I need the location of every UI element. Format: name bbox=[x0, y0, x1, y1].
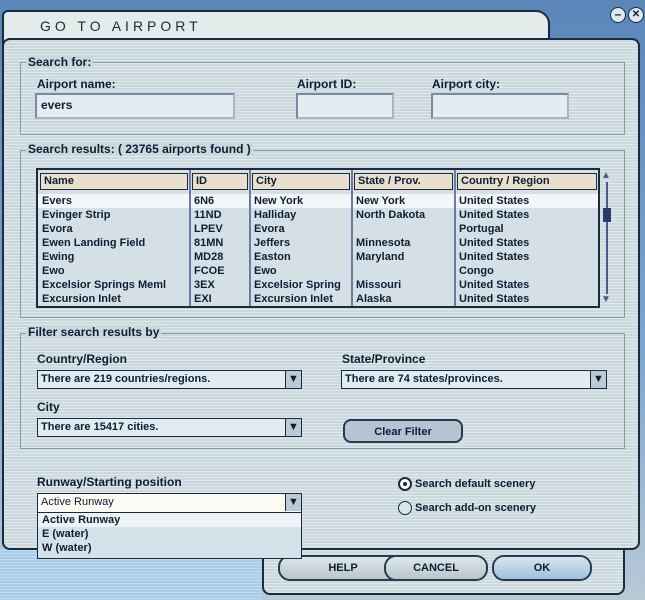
airport-id-input[interactable] bbox=[296, 93, 394, 119]
state-label: State/Province bbox=[342, 352, 426, 366]
runway-option[interactable]: W (water) bbox=[38, 541, 301, 555]
scroll-thumb[interactable] bbox=[603, 208, 611, 222]
state-value: There are 74 states/provinces. bbox=[345, 373, 503, 385]
table-cell: Minnesota bbox=[356, 237, 411, 249]
table-cell: Ewen Landing Field bbox=[42, 237, 146, 249]
scroll-down-icon[interactable]: ▼ bbox=[601, 294, 611, 305]
table-cell: Excursion Inlet bbox=[42, 293, 121, 305]
addon-scenery-radio[interactable] bbox=[398, 501, 412, 515]
table-row[interactable]: Evora LPEV Evora Portugal bbox=[38, 222, 598, 236]
country-value: There are 219 countries/regions. bbox=[41, 373, 211, 385]
filter-group-label: Filter search results by bbox=[26, 325, 162, 339]
cancel-button[interactable]: CANCEL bbox=[384, 555, 488, 581]
table-row[interactable]: Evinger Strip 11ND Halliday North Dakota Uni… bbox=[38, 208, 598, 222]
runway-value: Active Runway bbox=[41, 496, 114, 508]
table-cell: Alaska bbox=[356, 293, 392, 305]
table-cell: United States bbox=[459, 195, 530, 207]
table-cell: 6N6 bbox=[194, 195, 215, 207]
table-cell: Halliday bbox=[254, 209, 297, 221]
chevron-down-icon[interactable]: ▼ bbox=[590, 371, 606, 388]
scroll-track bbox=[606, 182, 608, 294]
column-header-city[interactable]: City bbox=[252, 173, 350, 190]
table-cell: EXI bbox=[194, 293, 212, 305]
table-cell: Easton bbox=[254, 251, 291, 263]
dialog-title: GO TO AIRPORT bbox=[40, 18, 202, 34]
chevron-down-icon[interactable]: ▼ bbox=[285, 371, 301, 388]
table-cell: 3EX bbox=[194, 279, 215, 291]
close-icon[interactable]: ✕ bbox=[628, 7, 644, 23]
table-row[interactable]: Excursion Inlet EXI Excursion Inlet Alaska U… bbox=[38, 292, 598, 306]
table-row[interactable]: Ewing MD28 Easton Maryland United States bbox=[38, 250, 598, 264]
airport-id-label: Airport ID: bbox=[297, 77, 357, 91]
country-dropdown[interactable]: There are 219 countries/regions. ▼ bbox=[37, 370, 302, 389]
column-header-id[interactable]: ID bbox=[192, 173, 248, 190]
airport-city-input[interactable] bbox=[431, 93, 569, 119]
clear-filter-button[interactable]: Clear Filter bbox=[343, 419, 463, 443]
table-cell: Evers bbox=[42, 195, 72, 207]
table-cell: 11ND bbox=[194, 209, 222, 221]
chevron-down-icon[interactable]: ▼ bbox=[285, 494, 301, 511]
airport-name-input[interactable]: evers bbox=[35, 93, 235, 119]
search-group-label: Search for: bbox=[26, 55, 94, 69]
city-label: City bbox=[37, 400, 60, 414]
default-scenery-label[interactable]: Search default scenery bbox=[415, 478, 535, 490]
city-value: There are 15417 cities. bbox=[41, 421, 159, 433]
runway-option[interactable]: E (water) bbox=[38, 527, 301, 541]
runway-label: Runway/Starting position bbox=[37, 475, 182, 489]
state-dropdown[interactable]: There are 74 states/provinces. ▼ bbox=[341, 370, 607, 389]
table-cell: Maryland bbox=[356, 251, 405, 263]
table-cell: Ewo bbox=[254, 265, 277, 277]
runway-dropdown[interactable]: Active Runway ▼ bbox=[37, 493, 302, 513]
table-cell: United States bbox=[459, 209, 530, 221]
table-cell: LPEV bbox=[194, 223, 223, 235]
chevron-down-icon[interactable]: ▼ bbox=[285, 419, 301, 436]
table-cell: Evora bbox=[254, 223, 285, 235]
ok-button[interactable]: OK bbox=[492, 555, 592, 581]
table-cell: Evinger Strip bbox=[42, 209, 111, 221]
airport-name-label: Airport name: bbox=[37, 77, 116, 91]
table-cell: FCOE bbox=[194, 265, 225, 277]
runway-option[interactable]: Active Runway bbox=[38, 513, 301, 527]
table-row[interactable]: Evers 6N6 New York New York United States bbox=[38, 194, 598, 208]
table-cell: Excelsior Spring bbox=[254, 279, 341, 291]
table-cell: Ewing bbox=[42, 251, 75, 263]
runway-options-list: Active Runway E (water) W (water) bbox=[37, 513, 302, 559]
table-cell: United States bbox=[459, 251, 530, 263]
table-cell: Missouri bbox=[356, 279, 402, 291]
table-cell: Congo bbox=[459, 265, 494, 277]
table-cell: Portugal bbox=[459, 223, 504, 235]
table-cell: United States bbox=[459, 237, 530, 249]
table-cell: Excursion Inlet bbox=[254, 293, 333, 305]
table-cell: Excelsior Springs Meml bbox=[42, 279, 167, 291]
results-table: Name ID City State / Prov. Country / Reg… bbox=[36, 168, 600, 308]
table-row[interactable]: Ewo FCOE Ewo Congo bbox=[38, 264, 598, 278]
scroll-up-icon[interactable]: ▲ bbox=[601, 170, 611, 181]
table-cell: New York bbox=[356, 195, 406, 207]
city-dropdown[interactable]: There are 15417 cities. ▼ bbox=[37, 418, 302, 437]
table-cell: New York bbox=[254, 195, 304, 207]
minimize-icon[interactable]: – bbox=[610, 7, 626, 23]
default-scenery-radio[interactable] bbox=[398, 477, 412, 491]
table-cell: Ewo bbox=[42, 265, 65, 277]
column-header-name[interactable]: Name bbox=[40, 173, 188, 190]
table-cell: Evora bbox=[42, 223, 73, 235]
table-row[interactable]: Ewen Landing Field 81MN Jeffers Minnesota Un… bbox=[38, 236, 598, 250]
table-cell: 81MN bbox=[194, 237, 224, 249]
table-cell: MD28 bbox=[194, 251, 224, 263]
table-cell: United States bbox=[459, 279, 530, 291]
results-scrollbar[interactable]: ▲ ▼ bbox=[601, 170, 613, 306]
table-cell: North Dakota bbox=[356, 209, 426, 221]
column-header-state[interactable]: State / Prov. bbox=[354, 173, 453, 190]
table-cell: Jeffers bbox=[254, 237, 291, 249]
results-group-label: Search results: ( 23765 airports found ) bbox=[26, 142, 253, 156]
airport-city-label: Airport city: bbox=[432, 77, 501, 91]
table-row[interactable]: Excelsior Springs Meml 3EX Excelsior Sprin… bbox=[38, 278, 598, 292]
addon-scenery-label[interactable]: Search add-on scenery bbox=[415, 502, 536, 514]
table-cell: United States bbox=[459, 293, 530, 305]
country-label: Country/Region bbox=[37, 352, 127, 366]
column-header-country[interactable]: Country / Region bbox=[457, 173, 597, 190]
